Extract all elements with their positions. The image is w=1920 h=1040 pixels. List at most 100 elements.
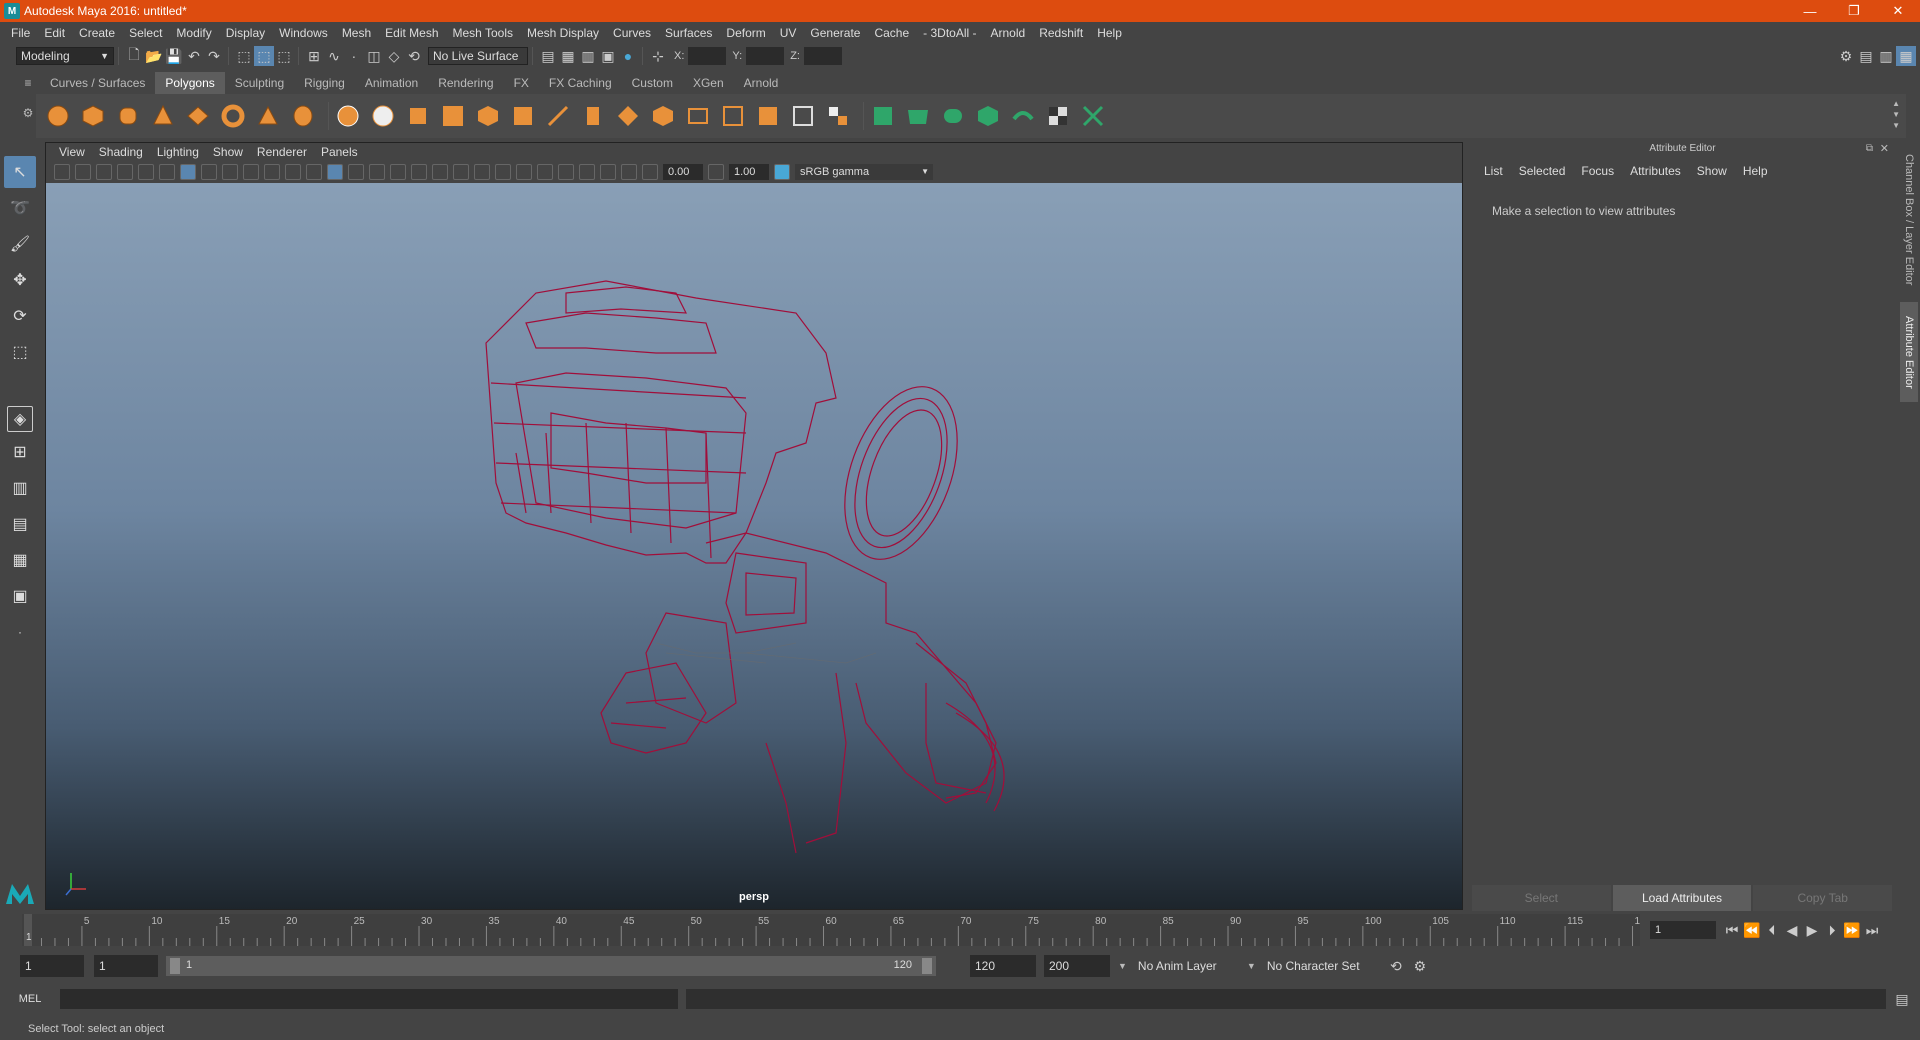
menu-arnold[interactable]: Arnold	[984, 22, 1033, 44]
multi-cut-icon[interactable]	[614, 102, 642, 130]
field-chart-icon[interactable]	[264, 164, 280, 180]
screen-space-ao-icon[interactable]	[474, 164, 490, 180]
poly-cube-icon[interactable]	[79, 102, 107, 130]
ae-menu-focus[interactable]: Focus	[1573, 164, 1622, 178]
poly-pyramid-icon[interactable]	[254, 102, 282, 130]
range-start-handle[interactable]	[170, 958, 180, 974]
open-scene-icon[interactable]: 📂	[144, 46, 164, 66]
snap-grid-icon[interactable]: ⊞	[304, 46, 324, 66]
film-gate-icon[interactable]	[201, 164, 217, 180]
minimize-button[interactable]: —	[1788, 0, 1832, 22]
tab-polygons[interactable]: Polygons	[155, 72, 225, 94]
exposure-field[interactable]: 0.00	[663, 164, 703, 180]
menu-mesh-display[interactable]: Mesh Display	[520, 22, 606, 44]
uv-editor-icon[interactable]	[869, 102, 897, 130]
move-tool-icon[interactable]: ✥	[4, 264, 36, 296]
transform-mode-icon[interactable]: ⊹	[648, 46, 668, 66]
tool-settings-icon[interactable]: ▥	[1876, 46, 1896, 66]
smooth-icon[interactable]	[404, 102, 432, 130]
ae-menu-selected[interactable]: Selected	[1511, 164, 1574, 178]
spherical-map-icon[interactable]	[974, 102, 1002, 130]
menu-deform[interactable]: Deform	[719, 22, 772, 44]
quad-draw-icon[interactable]	[824, 102, 852, 130]
tab-custom[interactable]: Custom	[622, 72, 683, 94]
boolean-icon[interactable]	[439, 102, 467, 130]
snap-view-icon[interactable]: ◫	[364, 46, 384, 66]
poly-cylinder-icon[interactable]	[114, 102, 142, 130]
menu-3dtoall[interactable]: - 3DtoAll -	[916, 22, 983, 44]
persp-hypershade-layout-icon[interactable]: ▦	[4, 544, 36, 576]
gamma-field[interactable]: 1.00	[729, 164, 769, 180]
use-default-material-icon[interactable]	[369, 164, 385, 180]
character-set-dropdown[interactable]: No Character Set	[1261, 955, 1382, 977]
attribute-editor-toggle-icon[interactable]: ▤	[1856, 46, 1876, 66]
tab-xgen[interactable]: XGen	[683, 72, 734, 94]
live-surface-field[interactable]: No Live Surface	[428, 47, 528, 65]
bridge-icon[interactable]	[544, 102, 572, 130]
z-field[interactable]	[803, 47, 842, 65]
combine-icon[interactable]	[334, 102, 362, 130]
select-tool-icon[interactable]: ↖	[4, 156, 36, 188]
vp-menu-view[interactable]: View	[52, 145, 92, 159]
y-field[interactable]	[746, 47, 785, 65]
menu-modify[interactable]: Modify	[169, 22, 218, 44]
safe-action-icon[interactable]	[285, 164, 301, 180]
snap-surface-icon[interactable]: ◇	[384, 46, 404, 66]
ae-menu-help[interactable]: Help	[1735, 164, 1776, 178]
tab-arnold[interactable]: Arnold	[734, 72, 789, 94]
shadows-icon[interactable]	[453, 164, 469, 180]
2d-pan-zoom-icon[interactable]	[138, 164, 154, 180]
smooth-shade-icon[interactable]	[348, 164, 364, 180]
restore-button[interactable]: ❐	[1832, 0, 1876, 22]
camera-attributes-icon[interactable]	[75, 164, 91, 180]
gamma-icon[interactable]	[708, 164, 724, 180]
poly-torus-icon[interactable]	[219, 102, 247, 130]
multisample-aa-icon[interactable]	[516, 164, 532, 180]
new-scene-icon[interactable]: 🗋	[124, 46, 144, 66]
end-time-field[interactable]: 200	[1044, 955, 1110, 977]
persp-graph-layout-icon[interactable]: ▤	[4, 508, 36, 540]
play-forwards-icon[interactable]: ▶	[1802, 920, 1822, 940]
anim-layer-dropdown[interactable]: No Anim Layer	[1132, 955, 1243, 977]
time-slider[interactable]: 5 10 15 20 25 30 35 40 45 50 55 60 65 70 75 80 85 90 95 100…	[22, 914, 1640, 946]
select-button[interactable]: Select	[1472, 885, 1611, 911]
menu-curves[interactable]: Curves	[606, 22, 658, 44]
menu-edit[interactable]: Edit	[37, 22, 72, 44]
tab-fx[interactable]: FX	[504, 72, 539, 94]
tab-rendering[interactable]: Rendering	[428, 72, 503, 94]
merge-icon[interactable]	[789, 102, 817, 130]
poly-plane-icon[interactable]	[184, 102, 212, 130]
menu-help[interactable]: Help	[1090, 22, 1129, 44]
menu-surfaces[interactable]: Surfaces	[658, 22, 719, 44]
go-to-end-icon[interactable]: ⏭	[1862, 920, 1882, 940]
menu-create[interactable]: Create	[72, 22, 122, 44]
four-view-layout-icon[interactable]: ⊞	[4, 436, 36, 468]
tab-attribute-editor[interactable]: Attribute Editor	[1900, 302, 1918, 402]
command-input[interactable]	[60, 989, 678, 1009]
cylindrical-map-icon[interactable]	[939, 102, 967, 130]
persp-outliner-layout-icon[interactable]: ▥	[4, 472, 36, 504]
more-layouts-icon[interactable]: ·	[4, 616, 36, 648]
bookmarks-icon[interactable]	[96, 164, 112, 180]
select-hierarchy-icon[interactable]: ⬚	[234, 46, 254, 66]
range-slider[interactable]: 1 120	[166, 956, 936, 976]
menu-cache[interactable]: Cache	[867, 22, 916, 44]
ipr-render-icon[interactable]: ▥	[578, 46, 598, 66]
x-field[interactable]	[688, 47, 727, 65]
vp-menu-lighting[interactable]: Lighting	[150, 145, 206, 159]
redo-icon[interactable]: ↷	[204, 46, 224, 66]
play-backwards-icon[interactable]: ◀	[1782, 920, 1802, 940]
poly-sphere-icon[interactable]	[44, 102, 72, 130]
separate-icon[interactable]	[369, 102, 397, 130]
extrude-icon[interactable]	[509, 102, 537, 130]
vp-menu-panels[interactable]: Panels	[314, 145, 365, 159]
undo-icon[interactable]: ↶	[184, 46, 204, 66]
render-settings-icon[interactable]: ▣	[598, 46, 618, 66]
poly-pipe-icon[interactable]	[289, 102, 317, 130]
tab-fx-caching[interactable]: FX Caching	[539, 72, 622, 94]
menu-display[interactable]: Display	[219, 22, 272, 44]
wireframe-icon[interactable]	[327, 164, 343, 180]
use-all-lights-icon[interactable]	[432, 164, 448, 180]
tab-rigging[interactable]: Rigging	[294, 72, 355, 94]
hypershade-icon[interactable]: ●	[618, 46, 638, 66]
